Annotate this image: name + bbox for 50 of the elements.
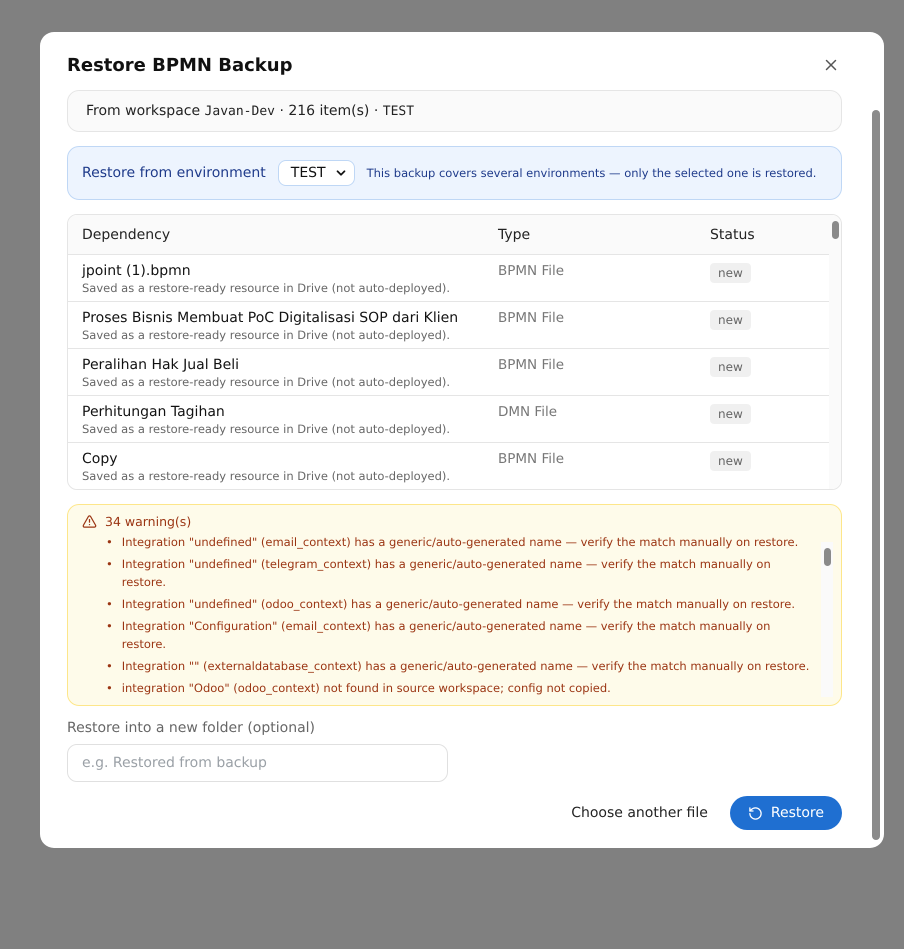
scrollbar[interactable] [821, 542, 833, 697]
status-tag: new [710, 310, 751, 330]
warning-item: Integration "Configuration" (email_context) has a generic/auto-generated name — verify the match manually on restore. [122, 618, 772, 653]
dependency-name: Peralihan Hak Jual Beli [82, 357, 240, 373]
environment-note: This backup covers several environments — only the selected one is restored. [366, 166, 816, 180]
status-tag: new [710, 357, 751, 377]
folder-input[interactable]: e.g. Restored from backup [67, 744, 448, 782]
bullet: • [106, 658, 113, 675]
warning-item: integration "Odoo" (odoo_context) not found in source workspace; config not copied. [122, 680, 611, 697]
dependency-note: Saved as a restore-ready resource in Drive (not auto-deployed). [82, 422, 452, 436]
bullet: • [106, 534, 113, 551]
status-tag: new [710, 451, 751, 471]
dependency-note: Saved as a restore-ready resource in Drive (not auto-deployed). [82, 328, 452, 342]
warning-icon [82, 514, 97, 529]
column-header: Status [710, 226, 756, 242]
warning-item: Integration "" (externaldatabase_context) has a generic/auto-generated name — verify the match manually on restore. [122, 658, 810, 675]
bullet: • [106, 680, 113, 697]
dialog-title: Restore BPMN Backup [67, 54, 292, 76]
dependency-note: Saved as a restore-ready resource in Drive (not auto-deployed). [82, 469, 452, 483]
type-cell-text: DMN File [498, 404, 558, 422]
warning-item: Integration "undefined" (email_context) has a generic/auto-generated name — verify the match manually on restore. [122, 534, 798, 551]
type-cell-text: BPMN File [498, 263, 566, 281]
undo-icon [748, 806, 763, 820]
dependency-name: Proses Bisnis Membuat PoC Digitalisasi SOP dari Klien [82, 310, 460, 326]
type-cell-text: BPMN File [498, 451, 566, 469]
dependency-note: Saved as a restore-ready resource in Drive (not auto-deployed). [82, 375, 452, 389]
status-tag: new [710, 263, 751, 283]
column-header: Dependency [82, 226, 172, 242]
bullet: • [106, 618, 113, 635]
warning-item: Integration "undefined" (odoo_context) has a generic/auto-generated name — verify the match manually on restore. [122, 596, 795, 613]
restore-button[interactable]: Restore [730, 796, 842, 830]
warning-item: Integration "undefined" (telegram_context) has a generic/auto-generated name — verify the match manually on restore. [122, 556, 772, 591]
environment-select[interactable]: TEST [278, 160, 355, 186]
warnings-title: 34 warning(s) [105, 514, 192, 529]
source-summary: From workspace Javan-Dev · 216 item(s) · TEST [67, 90, 842, 132]
dependency-name: jpoint (1).bpmn [82, 263, 192, 279]
dialog-scrollbar[interactable] [871, 110, 881, 840]
type-cell-text: BPMN File [498, 310, 566, 328]
status-tag: new [710, 404, 751, 424]
dependency-name: Perhitungan Tagihan [82, 404, 226, 420]
column-header: Type [498, 226, 532, 242]
scrollbar[interactable] [829, 215, 841, 489]
bullet: • [106, 556, 113, 573]
dependency-name: Copy [82, 451, 119, 467]
choose-file-button[interactable]: Choose another file [563, 797, 716, 829]
folder-label: Restore into a new folder (optional) [67, 720, 316, 736]
dependency-note: Saved as a restore-ready resource in Drive (not auto-deployed). [82, 281, 452, 295]
bullet: • [106, 596, 113, 613]
environment-label: Restore from environment [82, 165, 266, 181]
type-cell-text: BPMN File [498, 357, 566, 375]
